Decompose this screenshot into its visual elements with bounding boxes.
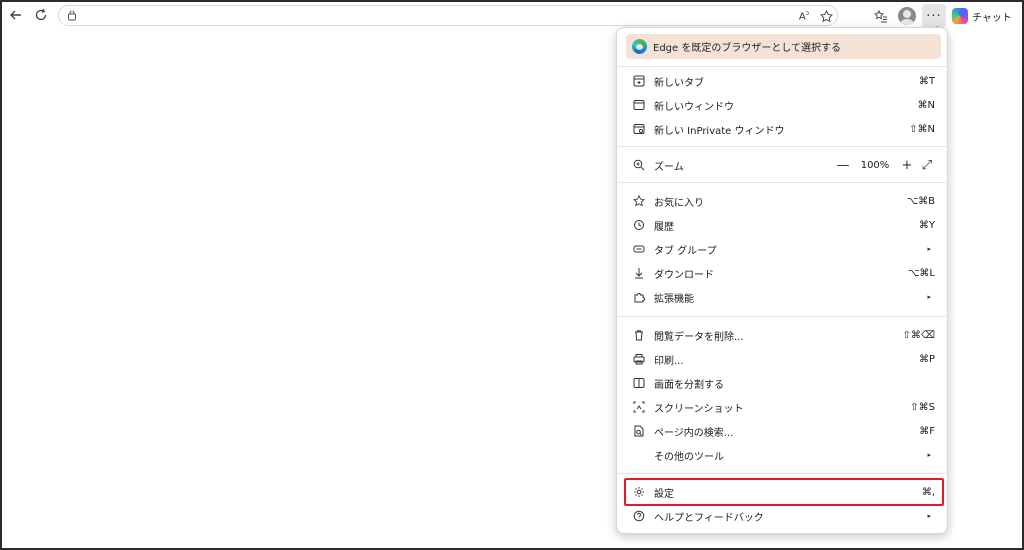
submenu-arrow-icon: ▸ xyxy=(927,293,931,301)
menu-item-shortcut: ⌥⌘B xyxy=(906,195,935,207)
menu-item-label: ページ内の検索... xyxy=(654,427,734,439)
menu-item-shortcut: ⇧⌘S xyxy=(910,401,935,413)
new-tab-icon xyxy=(632,74,646,88)
menu-item-screenshot[interactable]: スクリーンショット ⇧⌘S xyxy=(626,396,941,418)
chat-label: チャット xyxy=(972,12,1012,24)
menu-item-favorites[interactable]: お気に入り ⌥⌘B xyxy=(626,190,941,212)
zoom-out-button[interactable]: — xyxy=(833,156,853,174)
menu-item-shortcut: ⌘P xyxy=(918,353,935,365)
zoom-in-button[interactable]: + xyxy=(897,156,917,174)
menu-item-clear-browsing-data[interactable]: 閲覧データを削除... ⇧⌘⌫ xyxy=(626,324,941,346)
delete-data-icon xyxy=(632,328,646,342)
menu-item-shortcut: ⌘N xyxy=(917,99,935,111)
menu-item-label: 新しい InPrivate ウィンドウ xyxy=(654,125,785,137)
menu-item-shortcut: ⌘T xyxy=(918,75,935,87)
browser-toolbar: Aↄ ··· チャット xyxy=(2,2,1022,28)
menu-item-extensions[interactable]: 拡張機能 ▸ xyxy=(626,286,941,308)
menu-item-find-in-page[interactable]: ページ内の検索... ⌘F xyxy=(626,420,941,442)
submenu-arrow-icon: ▸ xyxy=(927,512,931,520)
blank-icon xyxy=(632,448,646,462)
menu-item-label: 印刷... xyxy=(654,355,684,367)
menu-divider xyxy=(618,66,948,67)
menu-item-shortcut: ⌥⌘L xyxy=(907,267,935,279)
favorites-icon xyxy=(632,194,646,208)
site-info-icon[interactable] xyxy=(65,9,79,23)
copilot-icon xyxy=(952,8,968,24)
menu-item-label: スクリーンショット xyxy=(654,403,744,415)
fullscreen-button[interactable]: ⤢ xyxy=(917,156,937,174)
menu-item-history[interactable]: 履歴 ⌘Y xyxy=(626,214,941,236)
favorite-star-icon[interactable] xyxy=(815,6,837,28)
menu-item-more-tools[interactable]: その他のツール ▸ xyxy=(626,444,941,466)
submenu-arrow-icon: ▸ xyxy=(927,245,931,253)
read-aloud-icon[interactable]: Aↄ xyxy=(793,6,815,28)
copilot-chat-button[interactable]: チャット xyxy=(952,5,1012,27)
history-icon xyxy=(632,218,646,232)
set-default-browser-banner[interactable]: Edge を既定のブラウザーとして選択する xyxy=(626,34,941,59)
menu-item-new-tab[interactable]: 新しいタブ ⌘T xyxy=(626,70,941,92)
zoom-icon xyxy=(632,158,646,172)
menu-item-label: 画面を分割する xyxy=(654,379,724,391)
menu-divider xyxy=(618,146,948,147)
favorites-list-icon[interactable] xyxy=(870,5,892,27)
profile-avatar[interactable] xyxy=(896,5,918,27)
download-icon xyxy=(632,266,646,280)
avatar xyxy=(898,7,916,25)
promo-text: Edge を既定のブラウザーとして選択する xyxy=(653,43,842,54)
menu-item-shortcut: ⇧⌘⌫ xyxy=(902,329,935,341)
menu-item-label: タブ グループ xyxy=(654,245,717,257)
split-screen-icon xyxy=(632,376,646,390)
settings-and-more-button[interactable]: ··· xyxy=(922,4,946,28)
menu-divider xyxy=(618,473,948,474)
menu-item-zoom: ズーム — 100% + ⤢ xyxy=(626,154,941,176)
menu-item-label: 履歴 xyxy=(654,221,674,233)
menu-divider xyxy=(618,316,948,317)
menu-item-label: 新しいタブ xyxy=(654,77,704,89)
menu-item-split-screen[interactable]: 画面を分割する xyxy=(626,372,941,394)
menu-item-shortcut: ⌘Y xyxy=(918,219,935,231)
menu-item-tab-groups[interactable]: タブ グループ ▸ xyxy=(626,238,941,260)
settings-highlight-box xyxy=(624,478,944,506)
refresh-icon[interactable] xyxy=(29,3,53,27)
inprivate-window-icon xyxy=(632,122,646,136)
menu-item-new-window[interactable]: 新しいウィンドウ ⌘N xyxy=(626,94,941,116)
tab-groups-icon xyxy=(632,242,646,256)
menu-item-new-inprivate-window[interactable]: 新しい InPrivate ウィンドウ ⇧⌘N xyxy=(626,118,941,140)
menu-item-downloads[interactable]: ダウンロード ⌥⌘L xyxy=(626,262,941,284)
help-icon xyxy=(632,509,646,523)
zoom-level: 100% xyxy=(860,159,890,171)
find-in-page-icon xyxy=(632,424,646,438)
menu-item-label: ダウンロード xyxy=(654,269,714,281)
print-icon xyxy=(632,352,646,366)
menu-item-print[interactable]: 印刷... ⌘P xyxy=(626,348,941,370)
address-bar[interactable]: Aↄ xyxy=(58,5,838,26)
browser-menu: Edge を既定のブラウザーとして選択する 新しいタブ ⌘T 新しいウィンドウ … xyxy=(616,27,948,534)
menu-item-help-feedback[interactable]: ヘルプとフィードバック ▸ xyxy=(626,505,941,527)
menu-item-label: 新しいウィンドウ xyxy=(654,101,734,113)
menu-item-label: お気に入り xyxy=(654,197,704,209)
menu-item-label: 閲覧データを削除... xyxy=(654,331,744,343)
submenu-arrow-icon: ▸ xyxy=(927,451,931,459)
menu-item-label: 拡張機能 xyxy=(654,293,694,305)
menu-item-shortcut: ⌘F xyxy=(919,425,935,437)
menu-item-label: ヘルプとフィードバック xyxy=(654,512,764,524)
menu-item-label: その他のツール xyxy=(654,451,724,463)
menu-divider xyxy=(618,182,948,183)
edge-logo-icon xyxy=(632,39,647,54)
new-window-icon xyxy=(632,98,646,112)
menu-item-shortcut: ⇧⌘N xyxy=(909,123,935,135)
menu-item-label: ズーム xyxy=(654,161,684,173)
back-arrow-icon[interactable] xyxy=(4,3,28,27)
extensions-icon xyxy=(632,290,646,304)
screenshot-icon xyxy=(632,400,646,414)
